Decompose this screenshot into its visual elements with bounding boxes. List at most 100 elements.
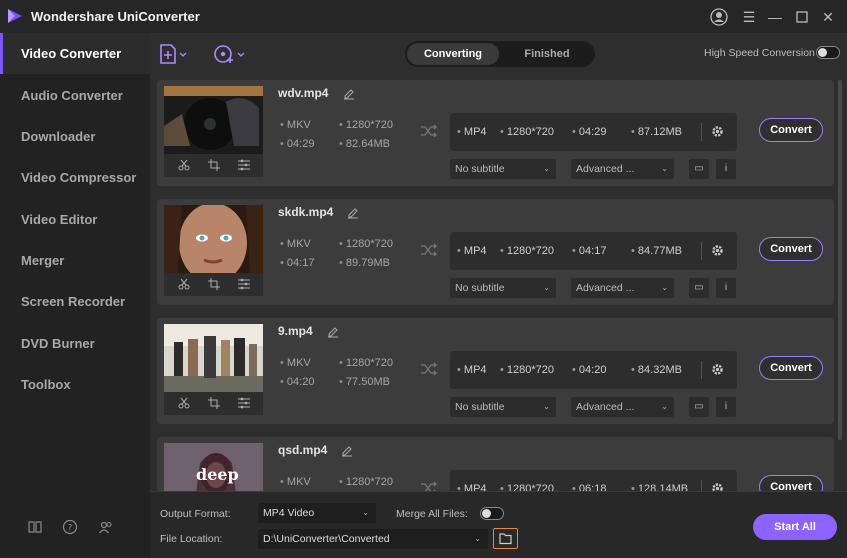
source-resolution: 1280*720 xyxy=(339,357,393,369)
chevron-down-icon: ⌄ xyxy=(362,508,369,517)
rename-icon[interactable] xyxy=(343,88,355,100)
video-thumbnail[interactable] xyxy=(164,86,263,154)
source-format: MKV xyxy=(280,238,311,250)
file-location-select[interactable]: D:\UniConverter\Converted ⌄ xyxy=(258,529,488,549)
app-title: Wondershare UniConverter xyxy=(31,9,200,24)
gear-icon[interactable] xyxy=(711,244,724,257)
file-name: skdk.mp4 xyxy=(278,205,334,219)
crop-icon[interactable] xyxy=(208,159,220,171)
output-format: MP4 xyxy=(457,245,487,257)
rename-icon[interactable] xyxy=(347,207,359,219)
sidebar-item-audio-converter[interactable]: Audio Converter xyxy=(0,75,150,116)
sidebar-item-downloader[interactable]: Downloader xyxy=(0,116,150,157)
source-format: MKV xyxy=(280,119,311,131)
convert-arrows-icon xyxy=(421,124,437,138)
output-settings[interactable]: MP4 1280*720 04:17 84.77MB xyxy=(450,232,737,270)
svg-text:?: ? xyxy=(68,524,73,534)
sidebar-item-merger[interactable]: Merger xyxy=(0,240,150,281)
scrollbar[interactable] xyxy=(838,80,842,440)
video-thumbnail[interactable]: deep xyxy=(164,443,263,491)
subtitle-select[interactable]: No subtitle ⌄ xyxy=(450,159,556,179)
advanced-select[interactable]: Advanced ... ⌄ xyxy=(571,159,674,179)
gear-icon[interactable] xyxy=(711,363,724,376)
convert-button[interactable]: Convert xyxy=(759,237,823,261)
add-file-icon[interactable] xyxy=(159,43,187,65)
tab-finished[interactable]: Finished xyxy=(501,43,593,65)
source-resolution: 1280*720 xyxy=(339,119,393,131)
file-card: deep qsd.mp4 MKV 1280*720 MP4 1280*720 0… xyxy=(157,437,834,491)
output-format-select[interactable]: MP4 Video ⌄ xyxy=(258,503,376,523)
add-disc-icon[interactable] xyxy=(212,43,246,65)
high-speed-toggle[interactable] xyxy=(816,46,840,59)
subtitle-value: No subtitle xyxy=(455,282,505,294)
menu-icon[interactable]: ☰ xyxy=(740,8,758,26)
sidebar-item-video-converter[interactable]: Video Converter xyxy=(0,33,150,74)
rename-icon[interactable] xyxy=(327,326,339,338)
source-duration: 04:29 xyxy=(280,138,315,150)
merge-all-toggle[interactable] xyxy=(480,507,504,520)
advanced-value: Advanced ... xyxy=(576,163,635,175)
tab-converting[interactable]: Converting xyxy=(407,43,499,65)
chevron-down-icon: ⌄ xyxy=(474,534,481,543)
convert-button[interactable]: Convert xyxy=(759,118,823,142)
thumbnail-toolbar xyxy=(164,273,263,296)
subtitle-edit-button[interactable]: ▭ xyxy=(689,397,709,417)
subtitle-select[interactable]: No subtitle ⌄ xyxy=(450,397,556,417)
high-speed-label: High Speed Conversion xyxy=(704,47,815,59)
advanced-select[interactable]: Advanced ... ⌄ xyxy=(571,278,674,298)
sidebar-item-toolbox[interactable]: Toolbox xyxy=(0,364,150,405)
sidebar-item-dvd-burner[interactable]: DVD Burner xyxy=(0,323,150,364)
output-duration: 04:17 xyxy=(572,245,607,257)
chevron-down-icon: ⌄ xyxy=(543,164,550,173)
subtitle-edit-button[interactable]: ▭ xyxy=(689,278,709,298)
output-duration: 04:29 xyxy=(572,126,607,138)
rename-icon[interactable] xyxy=(341,445,353,457)
output-format: MP4 xyxy=(457,126,487,138)
trim-icon[interactable] xyxy=(178,159,190,171)
effects-icon[interactable] xyxy=(238,278,250,290)
crop-icon[interactable] xyxy=(208,278,220,290)
advanced-value: Advanced ... xyxy=(576,401,635,413)
account-icon[interactable] xyxy=(710,8,728,26)
info-button[interactable]: i xyxy=(716,159,736,179)
source-duration: 04:17 xyxy=(280,257,315,269)
minimize-icon[interactable]: — xyxy=(766,8,784,26)
help-icon[interactable]: ? xyxy=(62,519,78,535)
info-button[interactable]: i xyxy=(716,278,736,298)
info-button[interactable]: i xyxy=(716,397,736,417)
output-settings[interactable]: MP4 1280*720 04:29 87.12MB xyxy=(450,113,737,151)
video-thumbnail[interactable] xyxy=(164,205,263,273)
file-name: qsd.mp4 xyxy=(278,443,328,457)
open-folder-button[interactable] xyxy=(493,528,518,549)
output-format: MP4 xyxy=(457,483,487,491)
app-logo-icon xyxy=(8,9,22,23)
output-settings[interactable]: MP4 1280*720 06:18 128.14MB xyxy=(450,470,737,491)
sidebar-item-video-editor[interactable]: Video Editor xyxy=(0,199,150,240)
gear-icon[interactable] xyxy=(711,482,724,491)
trim-icon[interactable] xyxy=(178,278,190,290)
subtitle-select[interactable]: No subtitle ⌄ xyxy=(450,278,556,298)
book-icon[interactable] xyxy=(27,519,43,535)
gear-icon[interactable] xyxy=(711,125,724,138)
output-size: 128.14MB xyxy=(631,483,688,491)
output-settings[interactable]: MP4 1280*720 04:20 84.32MB xyxy=(450,351,737,389)
card-clip: deep qsd.mp4 MKV 1280*720 MP4 1280*720 0… xyxy=(157,437,834,491)
advanced-select[interactable]: Advanced ... ⌄ xyxy=(571,397,674,417)
subtitle-edit-button[interactable]: ▭ xyxy=(689,159,709,179)
convert-button[interactable]: Convert xyxy=(759,356,823,380)
close-icon[interactable]: ✕ xyxy=(819,8,837,26)
output-size: 84.32MB xyxy=(631,364,682,376)
crop-icon[interactable] xyxy=(208,397,220,409)
maximize-icon[interactable] xyxy=(793,8,811,26)
chevron-down-icon: ⌄ xyxy=(543,283,550,292)
sidebar-item-screen-recorder[interactable]: Screen Recorder xyxy=(0,281,150,322)
start-all-button[interactable]: Start All xyxy=(753,514,837,540)
effects-icon[interactable] xyxy=(238,159,250,171)
effects-icon[interactable] xyxy=(238,397,250,409)
convert-button[interactable]: Convert xyxy=(759,475,823,491)
trim-icon[interactable] xyxy=(178,397,190,409)
bottom-bar: Output Format: MP4 Video ⌄ Merge All File… xyxy=(150,491,847,558)
video-thumbnail[interactable] xyxy=(164,324,263,392)
users-icon[interactable] xyxy=(98,519,114,535)
sidebar-item-video-compressor[interactable]: Video Compressor xyxy=(0,157,150,198)
